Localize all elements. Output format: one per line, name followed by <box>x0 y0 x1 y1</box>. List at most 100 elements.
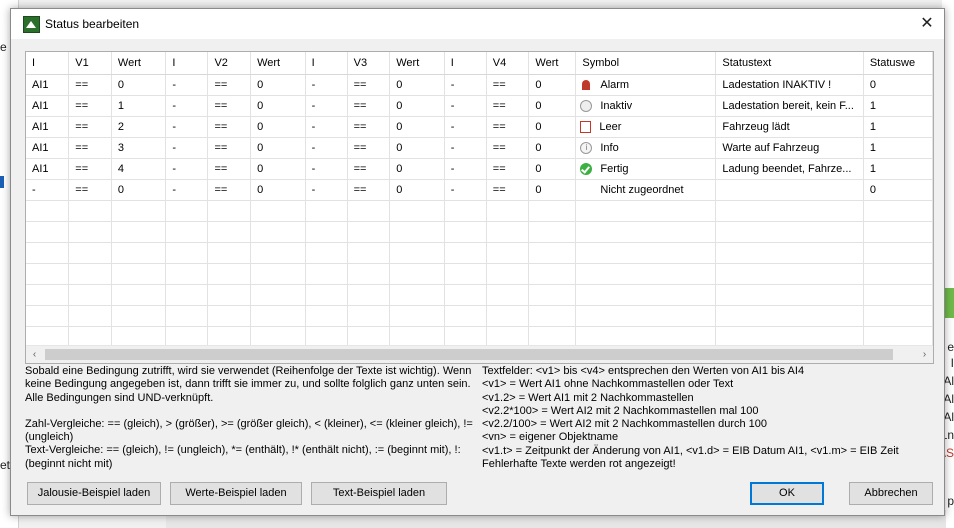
table-cell[interactable]: 0 <box>389 137 445 159</box>
symbol-cell[interactable]: Fertig <box>575 158 717 180</box>
table-cell[interactable] <box>715 200 864 222</box>
table-cell[interactable]: - <box>165 95 209 117</box>
table-cell[interactable] <box>528 242 577 264</box>
table-cell[interactable]: == <box>347 116 391 138</box>
table-cell[interactable] <box>347 284 391 306</box>
table-cell[interactable]: == <box>486 116 530 138</box>
table-cell[interactable] <box>165 242 209 264</box>
table-cell[interactable]: == <box>68 116 112 138</box>
table-cell[interactable] <box>111 284 167 306</box>
table-cell[interactable] <box>575 263 717 285</box>
table-cell[interactable]: 0 <box>528 95 577 117</box>
table-cell[interactable]: - <box>165 179 209 201</box>
table-cell[interactable]: 0 <box>528 179 577 201</box>
table-cell[interactable]: 1 <box>111 95 167 117</box>
table-cell[interactable] <box>207 284 252 306</box>
empty-table-row[interactable] <box>26 200 933 222</box>
table-cell[interactable]: Ladestation bereit, kein F... <box>715 95 864 117</box>
table-cell[interactable]: Ladung beendet, Fahrze... <box>715 158 864 180</box>
table-cell[interactable]: - <box>444 158 487 180</box>
table-cell[interactable] <box>444 242 487 264</box>
table-cell[interactable]: Warte auf Fahrzeug <box>715 137 864 159</box>
table-cell[interactable] <box>863 221 933 243</box>
table-cell[interactable]: == <box>347 179 391 201</box>
table-cell[interactable]: 0 <box>863 179 933 201</box>
table-cell[interactable]: 1 <box>863 95 933 117</box>
table-cell[interactable]: - <box>165 158 209 180</box>
table-cell[interactable]: - <box>26 179 70 201</box>
table-cell[interactable] <box>250 263 306 285</box>
table-cell[interactable]: 0 <box>250 158 306 180</box>
table-cell[interactable]: - <box>165 137 209 159</box>
table-cell[interactable]: - <box>305 137 348 159</box>
scroll-thumb[interactable] <box>45 349 893 360</box>
table-cell[interactable]: 0 <box>389 158 445 180</box>
table-cell[interactable]: - <box>444 179 487 201</box>
table-cell[interactable] <box>165 284 209 306</box>
table-cell[interactable] <box>444 221 487 243</box>
table-cell[interactable] <box>715 179 864 201</box>
table-cell[interactable] <box>347 305 391 327</box>
table-cell[interactable] <box>305 263 348 285</box>
table-cell[interactable]: AI1 <box>26 116 70 138</box>
table-cell[interactable] <box>715 242 864 264</box>
table-cell[interactable]: == <box>68 137 112 159</box>
table-cell[interactable]: AI1 <box>26 137 70 159</box>
table-cell[interactable] <box>68 284 112 306</box>
table-cell[interactable] <box>575 200 717 222</box>
table-cell[interactable]: - <box>305 74 348 96</box>
table-cell[interactable] <box>528 263 577 285</box>
table-cell[interactable] <box>26 221 70 243</box>
table-cell[interactable] <box>715 284 864 306</box>
column-header[interactable]: V3 <box>347 52 391 75</box>
table-cell[interactable] <box>863 305 933 327</box>
table-cell[interactable] <box>863 284 933 306</box>
table-cell[interactable] <box>207 200 252 222</box>
table-cell[interactable] <box>111 221 167 243</box>
scroll-left-arrow-icon[interactable]: ‹ <box>26 346 43 363</box>
table-cell[interactable] <box>444 284 487 306</box>
table-cell[interactable]: AI1 <box>26 158 70 180</box>
table-cell[interactable]: 0 <box>111 179 167 201</box>
table-cell[interactable]: - <box>305 116 348 138</box>
table-cell[interactable]: - <box>305 158 348 180</box>
table-cell[interactable]: 0 <box>250 116 306 138</box>
table-row[interactable]: AI1 == 3- == 0- == 0- == 0 i Info Warte auf Fahrzeu… <box>26 137 933 159</box>
table-cell[interactable] <box>486 221 530 243</box>
table-cell[interactable]: Fahrzeug lädt <box>715 116 864 138</box>
table-cell[interactable] <box>250 242 306 264</box>
table-cell[interactable]: == <box>347 95 391 117</box>
table-cell[interactable]: - <box>305 95 348 117</box>
table-cell[interactable]: - <box>305 179 348 201</box>
table-row[interactable]: AI1 == 4- == 0- == 0- == 0 Fertig Ladung beendet, … <box>26 158 933 180</box>
table-cell[interactable] <box>68 263 112 285</box>
table-cell[interactable] <box>486 200 530 222</box>
table-row[interactable]: AI1 == 1- == 0- == 0- == 0 Inaktiv Ladestation ber… <box>26 95 933 117</box>
table-cell[interactable]: == <box>68 158 112 180</box>
empty-table-row[interactable] <box>26 242 933 264</box>
table-cell[interactable] <box>486 263 530 285</box>
table-cell[interactable] <box>68 242 112 264</box>
table-cell[interactable] <box>250 284 306 306</box>
column-header[interactable]: I <box>444 52 487 75</box>
table-cell[interactable]: AI1 <box>26 95 70 117</box>
table-cell[interactable] <box>575 221 717 243</box>
table-cell[interactable] <box>111 305 167 327</box>
table-cell[interactable]: 1 <box>863 137 933 159</box>
table-cell[interactable] <box>863 242 933 264</box>
table-cell[interactable]: == <box>207 95 252 117</box>
column-header[interactable]: I <box>305 52 348 75</box>
table-cell[interactable] <box>863 263 933 285</box>
column-header[interactable]: Statustext <box>715 52 864 75</box>
ok-button[interactable]: OK <box>750 482 824 505</box>
table-cell[interactable]: - <box>444 74 487 96</box>
table-cell[interactable] <box>347 221 391 243</box>
table-cell[interactable] <box>111 242 167 264</box>
table-cell[interactable]: 0 <box>528 74 577 96</box>
table-cell[interactable]: 0 <box>863 74 933 96</box>
table-cell[interactable] <box>26 284 70 306</box>
table-cell[interactable]: 4 <box>111 158 167 180</box>
table-cell[interactable]: 0 <box>528 137 577 159</box>
table-cell[interactable] <box>250 200 306 222</box>
table-cell[interactable] <box>389 221 445 243</box>
